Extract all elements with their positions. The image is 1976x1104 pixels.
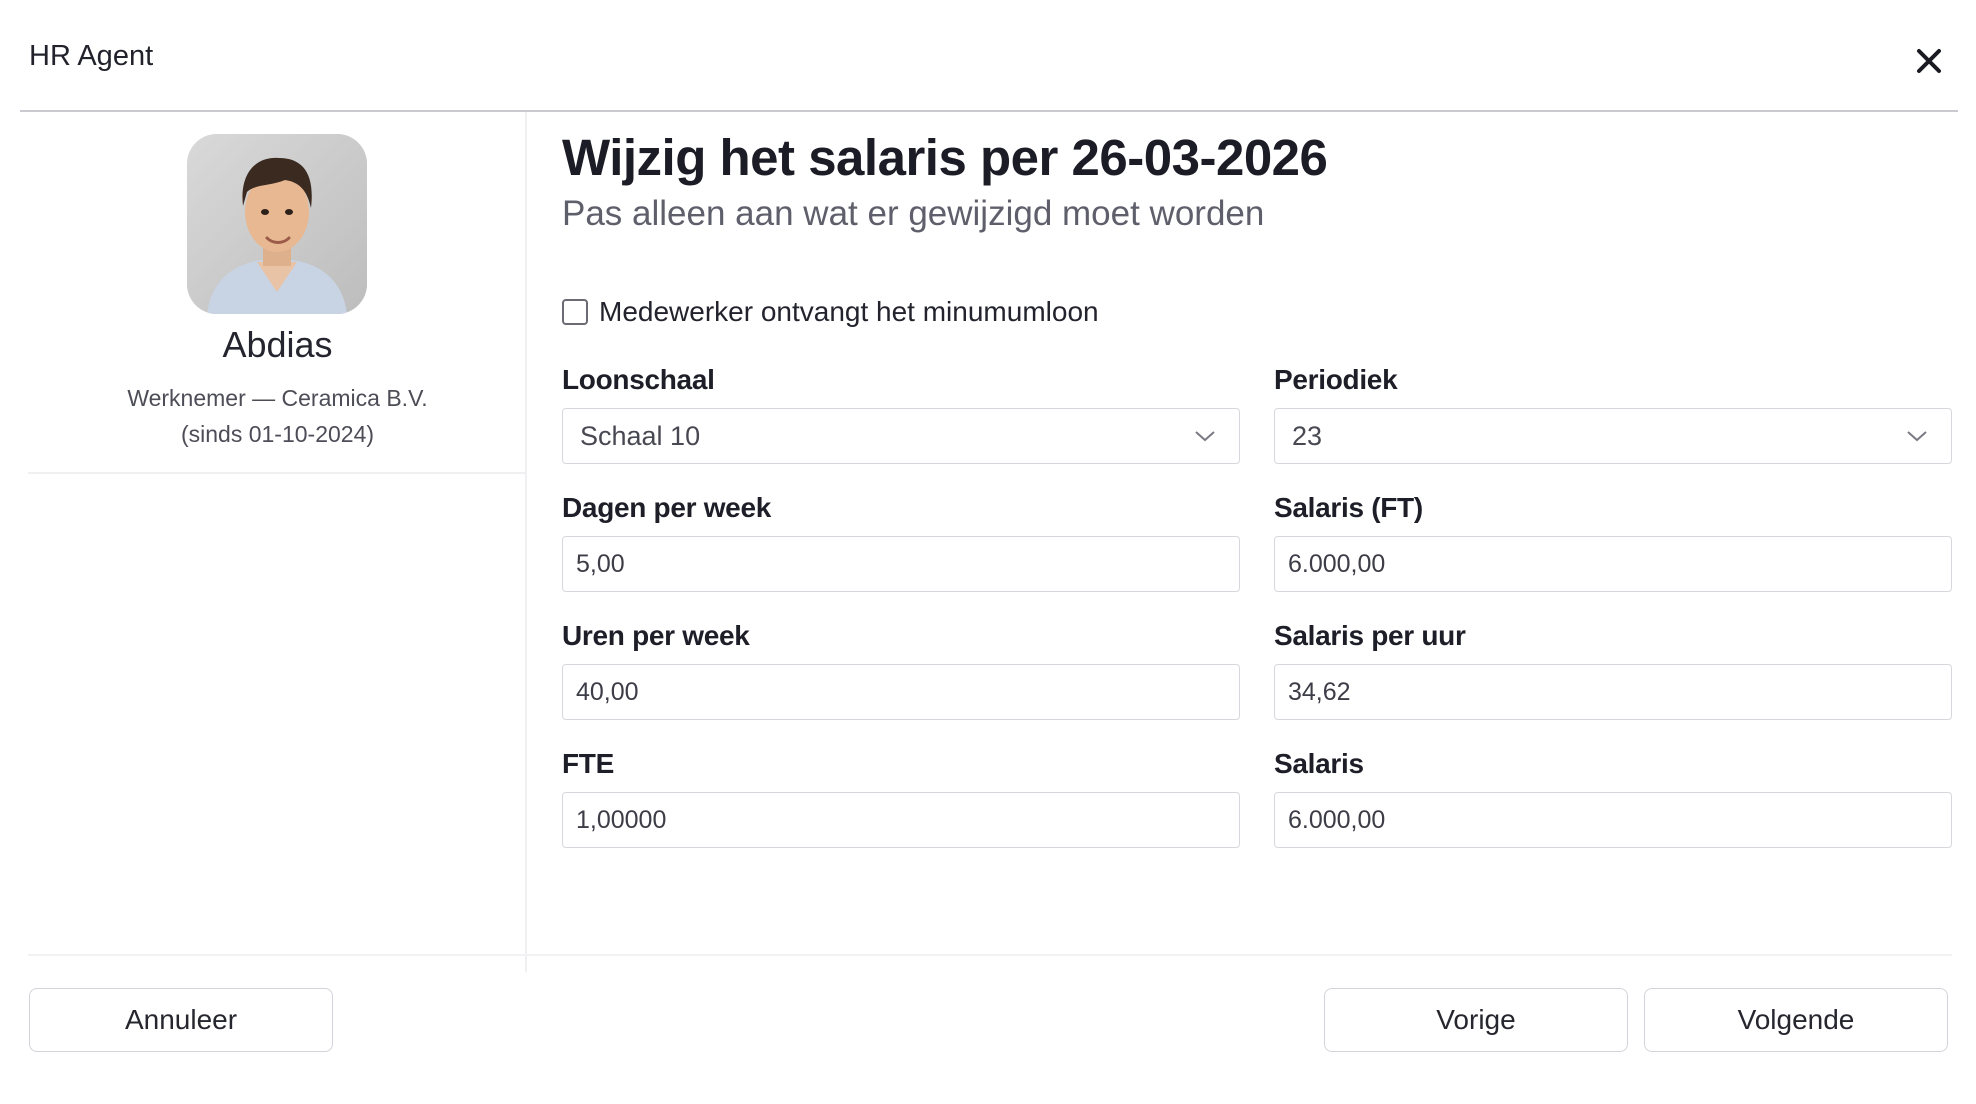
employee-meta: Werknemer — Ceramica B.V. (sinds 01-10-2… [28, 380, 527, 452]
salary-form: Wijzig het salaris per 26-03-2026 Pas al… [562, 112, 1952, 972]
periodiek-value: 23 [1292, 420, 1323, 451]
uren-per-week-label: Uren per week [562, 620, 750, 651]
periodiek-label: Periodiek [1274, 364, 1398, 395]
loonschaal-select[interactable]: Schaal 10 [562, 408, 1240, 464]
employee-since: (sinds 01-10-2024) [180, 421, 375, 447]
loonschaal-value: Schaal 10 [580, 420, 701, 451]
salaris-input[interactable] [1274, 792, 1952, 848]
footer-divider [28, 954, 1952, 956]
app-title: HR Agent [29, 40, 154, 72]
periodiek-select[interactable]: 23 [1274, 408, 1952, 464]
dagen-per-week-input[interactable] [562, 536, 1240, 592]
salaris-ft-input[interactable] [1274, 536, 1952, 592]
fte-label: FTE [562, 748, 614, 779]
page-title: Wijzig het salaris per 26-03-2026 [562, 129, 1328, 186]
avatar [187, 134, 367, 314]
salaris-per-uur-input[interactable] [1274, 664, 1952, 720]
previous-button[interactable]: Vorige [1324, 988, 1628, 1052]
salaris-label: Salaris [1274, 748, 1364, 779]
dialog-header: HR Agent [20, 0, 1958, 112]
employee-role: Werknemer — Ceramica B.V. [127, 385, 428, 411]
close-icon [1917, 49, 1941, 73]
employee-profile: Abdias Werknemer — Ceramica B.V. (sinds … [28, 112, 527, 474]
avatar-photo [187, 134, 367, 314]
minimum-wage-label: Medewerker ontvangt het minumumloon [599, 296, 1099, 327]
chevron-down-icon [1195, 431, 1215, 442]
close-button[interactable] [1908, 40, 1950, 82]
uren-per-week-input[interactable] [562, 664, 1240, 720]
hr-agent-dialog: HR Agent Abdias Werknemer — Ceramica B.V… [0, 0, 1976, 1104]
chevron-down-icon [1907, 431, 1927, 442]
minimum-wage-option[interactable]: Medewerker ontvangt het minumumloon [562, 296, 1099, 328]
loonschaal-label: Loonschaal [562, 364, 715, 395]
minimum-wage-checkbox[interactable] [562, 299, 588, 325]
dagen-per-week-label: Dagen per week [562, 492, 771, 523]
salaris-per-uur-label: Salaris per uur [1274, 620, 1466, 651]
salaris-ft-label: Salaris (FT) [1274, 492, 1423, 523]
cancel-button[interactable]: Annuleer [29, 988, 333, 1052]
employee-name: Abdias [222, 324, 333, 365]
fte-input[interactable] [562, 792, 1240, 848]
page-subtitle: Pas alleen aan wat er gewijzigd moet wor… [562, 194, 1265, 233]
employee-sidebar: Abdias Werknemer — Ceramica B.V. (sinds … [28, 112, 527, 972]
next-button[interactable]: Volgende [1644, 988, 1948, 1052]
